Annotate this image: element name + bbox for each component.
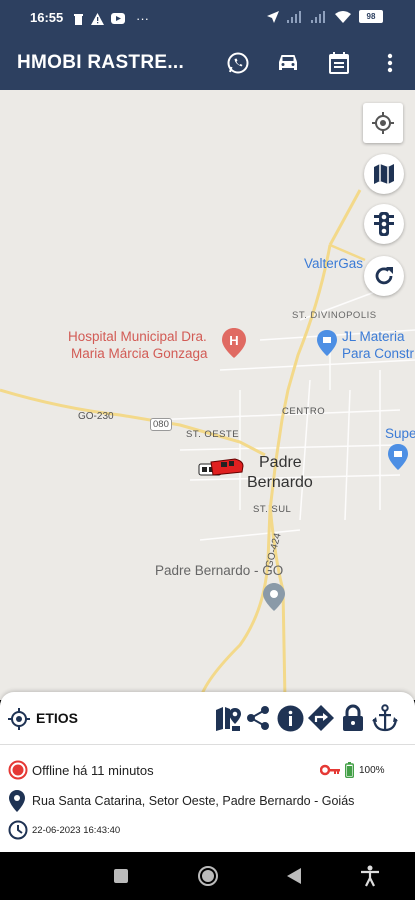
car-icon bbox=[279, 55, 297, 70]
map-type-button[interactable] bbox=[364, 154, 404, 194]
warning-icon bbox=[91, 12, 104, 25]
home-button[interactable] bbox=[196, 864, 220, 888]
anchor-button[interactable] bbox=[371, 704, 399, 732]
map-label-080: 080 bbox=[150, 418, 172, 431]
vehicle-info-panel: ETIOS Offline há 11 minutos 100% Rua San… bbox=[0, 692, 415, 852]
location-arrow-icon bbox=[267, 10, 279, 23]
traffic-light-icon bbox=[374, 212, 394, 236]
calendar-icon bbox=[329, 52, 349, 74]
back-button[interactable] bbox=[282, 864, 306, 888]
map-label-centro: CENTRO bbox=[282, 406, 326, 417]
device-indicators: 100% bbox=[320, 762, 385, 778]
map-label-st-sul: ST. SUL bbox=[253, 504, 292, 515]
signal-icon bbox=[287, 10, 301, 23]
info-button[interactable] bbox=[276, 704, 304, 732]
ignition-key-icon bbox=[320, 764, 340, 776]
status-text: Offline há 11 minutos bbox=[32, 762, 154, 778]
more-notifications: ··· bbox=[136, 11, 149, 26]
map-label-valtergas: ValterGas bbox=[304, 256, 364, 271]
system-nav-bar bbox=[0, 852, 415, 900]
lock-icon bbox=[343, 704, 363, 731]
map-icon bbox=[374, 164, 394, 184]
directions-icon bbox=[308, 705, 334, 731]
app-bar: HMOBI RASTRE... bbox=[0, 36, 415, 90]
share-icon bbox=[247, 706, 269, 730]
map-label-padre: Padre bbox=[259, 454, 302, 471]
hospital-pin-icon: H bbox=[222, 328, 246, 358]
battery-status: 98 bbox=[359, 10, 383, 23]
vehicle-name: ETIOS bbox=[36, 710, 79, 726]
lock-button[interactable] bbox=[339, 704, 367, 732]
panel-divider bbox=[0, 744, 415, 745]
system-icons: 98 bbox=[267, 10, 383, 23]
map-label-padre-go: Padre Bernardo - GO bbox=[155, 563, 284, 578]
address-text: Rua Santa Catarina, Setor Oeste, Padre B… bbox=[32, 794, 355, 808]
triangle-icon bbox=[287, 868, 301, 884]
refresh-button[interactable] bbox=[364, 256, 404, 296]
refresh-icon bbox=[375, 267, 393, 285]
clock-icon bbox=[8, 820, 28, 840]
vehicle-header: ETIOS bbox=[0, 692, 415, 744]
place-pin-icon bbox=[263, 583, 285, 611]
signal-2-icon bbox=[311, 10, 325, 23]
more-vert-icon bbox=[387, 53, 393, 73]
datetime-text: 22-06-2023 16:43:40 bbox=[32, 824, 121, 836]
map-pin-route-button[interactable] bbox=[214, 704, 242, 732]
vehicles-button[interactable] bbox=[273, 48, 303, 78]
anchor-icon bbox=[372, 704, 398, 732]
vehicle-marker[interactable] bbox=[197, 456, 245, 480]
more-options-button[interactable] bbox=[375, 48, 405, 78]
location-pin-icon bbox=[9, 790, 25, 812]
status-row: Offline há 11 minutos bbox=[8, 760, 154, 780]
youtube-icon bbox=[111, 13, 125, 24]
supermarket-pin-icon bbox=[388, 444, 408, 470]
recents-button[interactable] bbox=[109, 864, 133, 888]
trash-icon bbox=[74, 13, 83, 25]
gps-fixed-icon bbox=[8, 708, 30, 730]
svg-text:H: H bbox=[229, 333, 238, 348]
map-label-st-oeste: ST. OESTE bbox=[186, 429, 240, 440]
app-title: HMOBI RASTRE... bbox=[17, 52, 185, 73]
map-label-hospital-2: Maria Márcia Gonzaga bbox=[71, 346, 208, 361]
notification-icons: ··· bbox=[73, 11, 149, 26]
datetime-row: 22-06-2023 16:43:40 bbox=[8, 820, 120, 840]
calendar-button[interactable] bbox=[324, 48, 354, 78]
map-label-go230: GO-230 bbox=[78, 411, 114, 422]
map-label-divinopolis: ST. DIVINOPOLIS bbox=[292, 310, 377, 321]
map-label-jl-1: JL Materia bbox=[342, 329, 405, 344]
store-pin-icon bbox=[317, 330, 337, 356]
map-label-jl-2: Para Constr bbox=[342, 346, 415, 361]
whatsapp-icon bbox=[227, 52, 249, 74]
map-label-hospital: Hospital Municipal Dra. bbox=[68, 329, 207, 344]
offline-status-icon bbox=[8, 760, 28, 780]
battery-percent: 100% bbox=[359, 764, 385, 776]
map-label-supe: Supe bbox=[385, 426, 415, 441]
status-bar: 16:55 ··· 98 bbox=[0, 0, 415, 36]
square-icon bbox=[114, 869, 128, 883]
crosshair-icon bbox=[372, 112, 394, 134]
map-roads bbox=[0, 189, 415, 700]
map-pin-route-icon bbox=[216, 707, 241, 731]
traffic-button[interactable] bbox=[364, 204, 404, 244]
my-location-button[interactable] bbox=[363, 103, 403, 143]
status-time: 16:55 bbox=[30, 10, 64, 25]
accessibility-button[interactable] bbox=[358, 864, 382, 888]
map-view[interactable]: Hospital Municipal Dra. Maria Márcia Gon… bbox=[0, 90, 415, 700]
battery-icon bbox=[345, 762, 354, 778]
info-icon bbox=[277, 705, 303, 731]
accessibility-icon bbox=[361, 865, 379, 887]
wifi-icon bbox=[335, 10, 351, 23]
map-label-bernardo: Bernardo bbox=[247, 474, 313, 491]
circle-icon bbox=[198, 866, 218, 886]
share-button[interactable] bbox=[244, 704, 272, 732]
address-row: Rua Santa Catarina, Setor Oeste, Padre B… bbox=[8, 790, 354, 812]
directions-button[interactable] bbox=[307, 704, 335, 732]
whatsapp-button[interactable] bbox=[223, 48, 253, 78]
